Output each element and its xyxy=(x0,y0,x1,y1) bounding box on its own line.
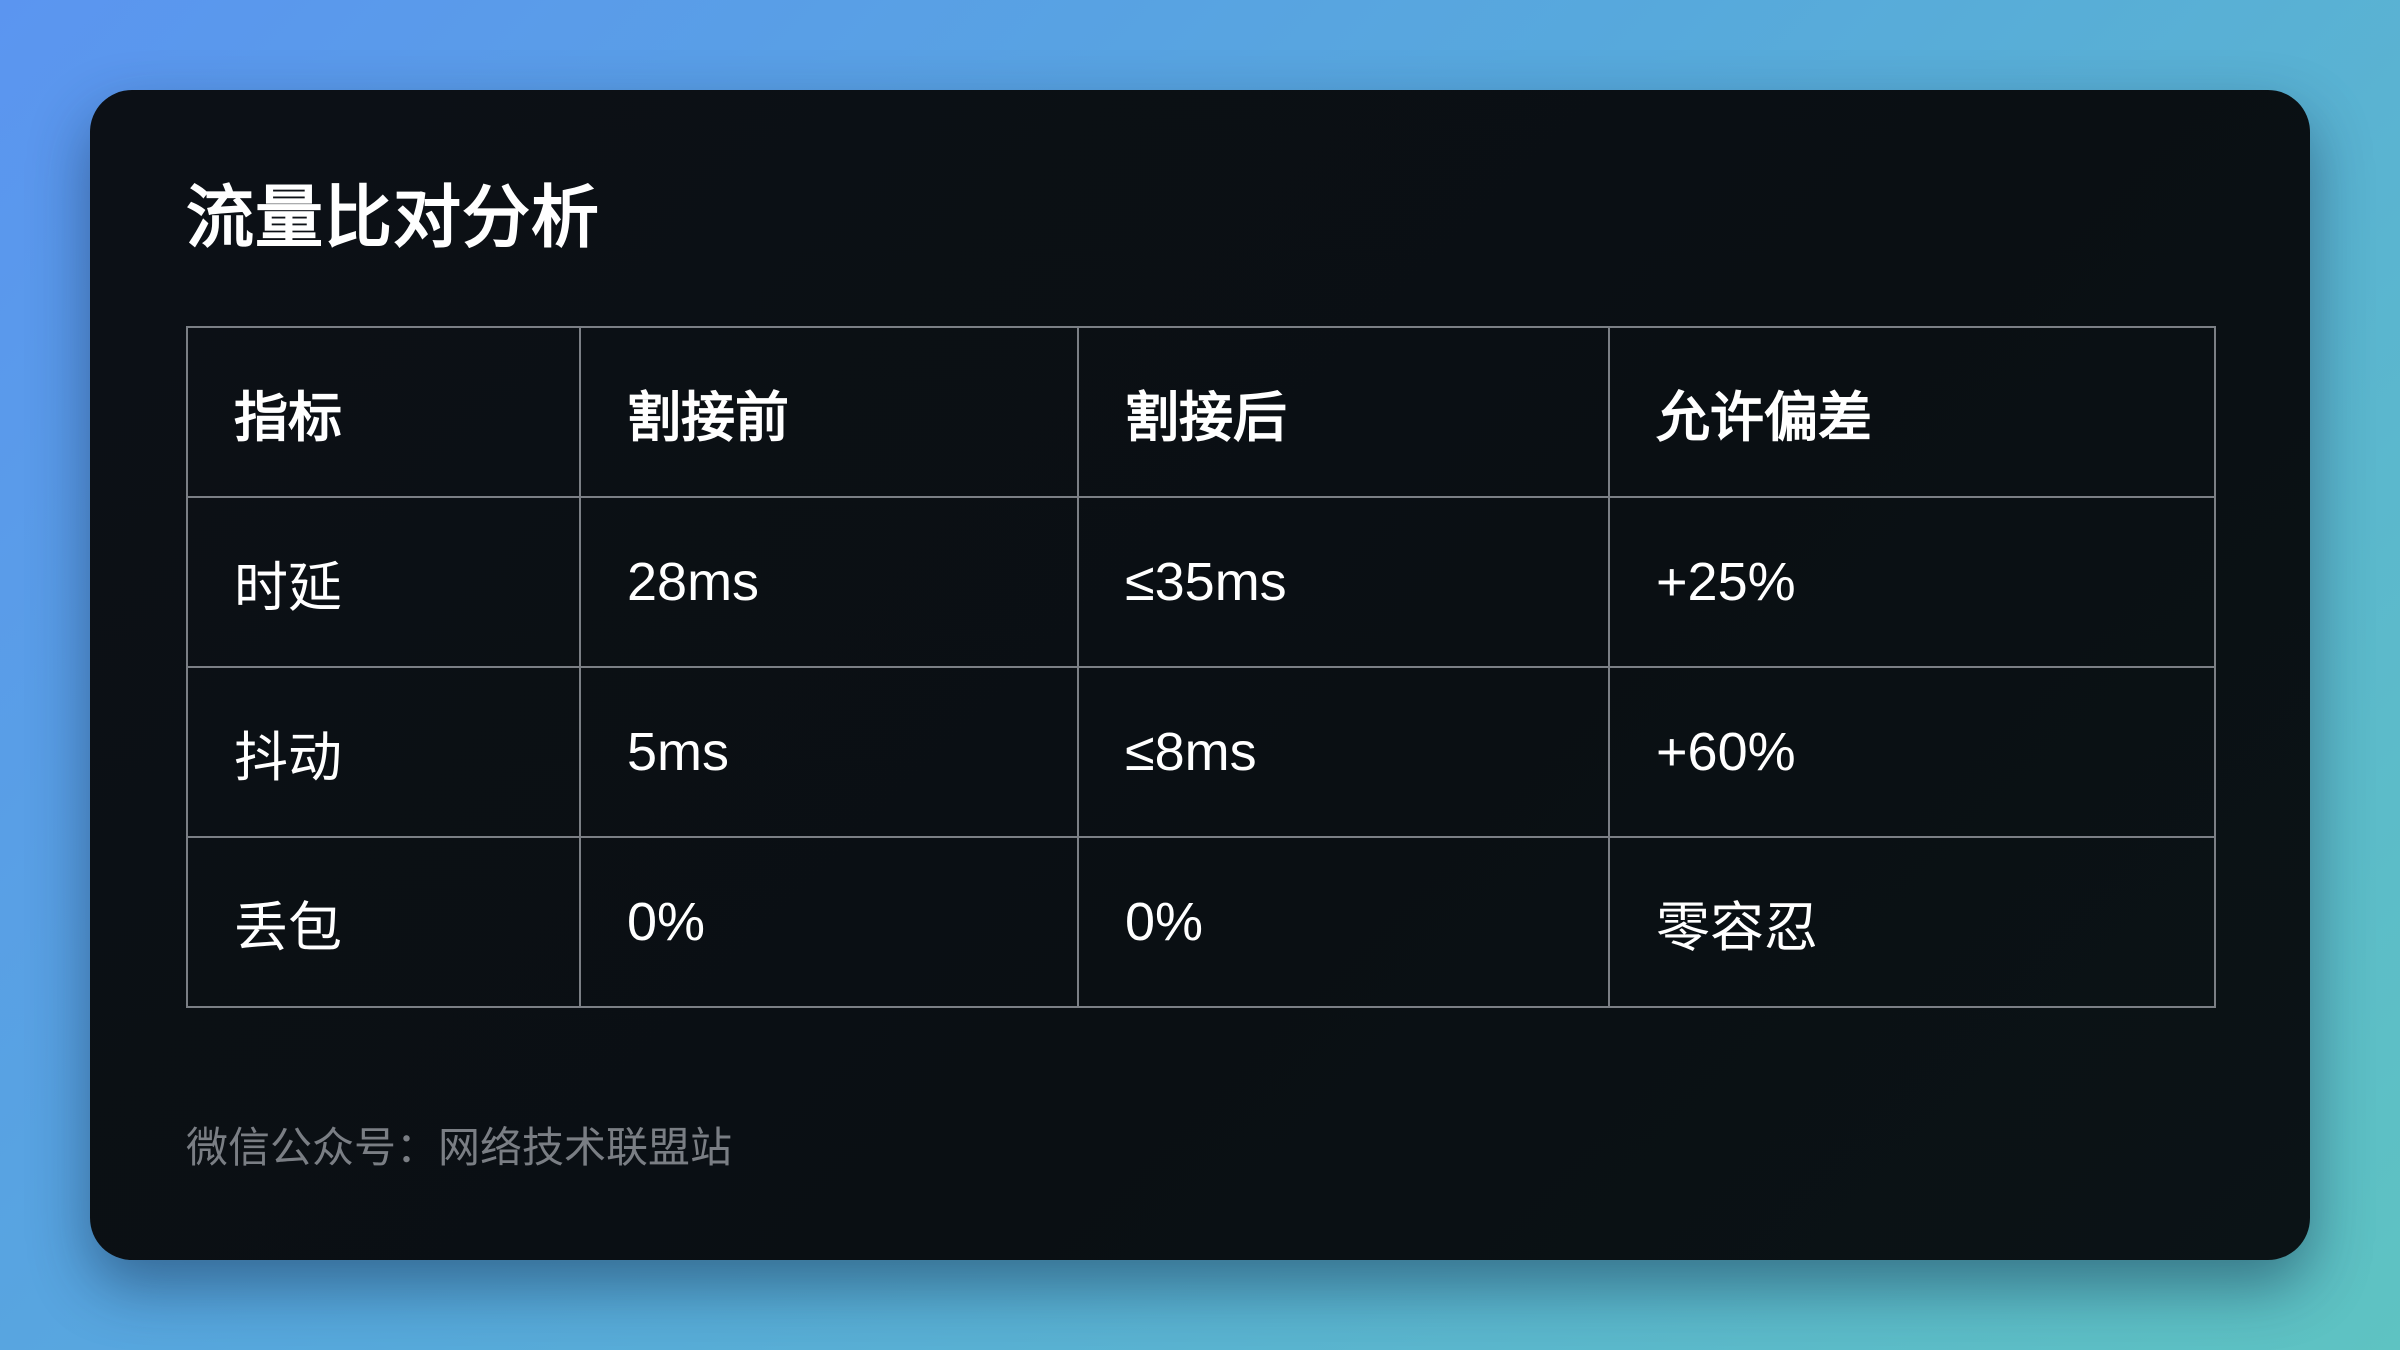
analysis-card: 流量比对分析 指标 割接前 割接后 允许偏差 时延 28ms ≤35ms +25… xyxy=(90,90,2310,1260)
header-metric: 指标 xyxy=(186,326,581,498)
cell-tolerance: +60% xyxy=(1608,666,2216,838)
table-row: 丢包 0% 0% 零容忍 xyxy=(186,836,2216,1008)
cell-metric: 时延 xyxy=(186,496,581,668)
cell-after: 0% xyxy=(1077,836,1610,1008)
cell-before: 5ms xyxy=(579,666,1079,838)
metrics-table: 指标 割接前 割接后 允许偏差 时延 28ms ≤35ms +25% 抖动 5m… xyxy=(186,326,2216,1008)
cell-metric: 抖动 xyxy=(186,666,581,838)
cell-before: 0% xyxy=(579,836,1079,1008)
cell-before: 28ms xyxy=(579,496,1079,668)
footer-credit: 微信公众号：网络技术联盟站 xyxy=(186,1124,733,1171)
table-row: 时延 28ms ≤35ms +25% xyxy=(186,496,2216,668)
page-title: 流量比对分析 xyxy=(186,180,601,256)
header-before: 割接前 xyxy=(579,326,1079,498)
header-tolerance: 允许偏差 xyxy=(1608,326,2216,498)
cell-metric: 丢包 xyxy=(186,836,581,1008)
cell-tolerance: +25% xyxy=(1608,496,2216,668)
table-header-row: 指标 割接前 割接后 允许偏差 xyxy=(186,326,2216,498)
cell-after: ≤8ms xyxy=(1077,666,1610,838)
cell-after: ≤35ms xyxy=(1077,496,1610,668)
header-after: 割接后 xyxy=(1077,326,1610,498)
table-row: 抖动 5ms ≤8ms +60% xyxy=(186,666,2216,838)
cell-tolerance: 零容忍 xyxy=(1608,836,2216,1008)
